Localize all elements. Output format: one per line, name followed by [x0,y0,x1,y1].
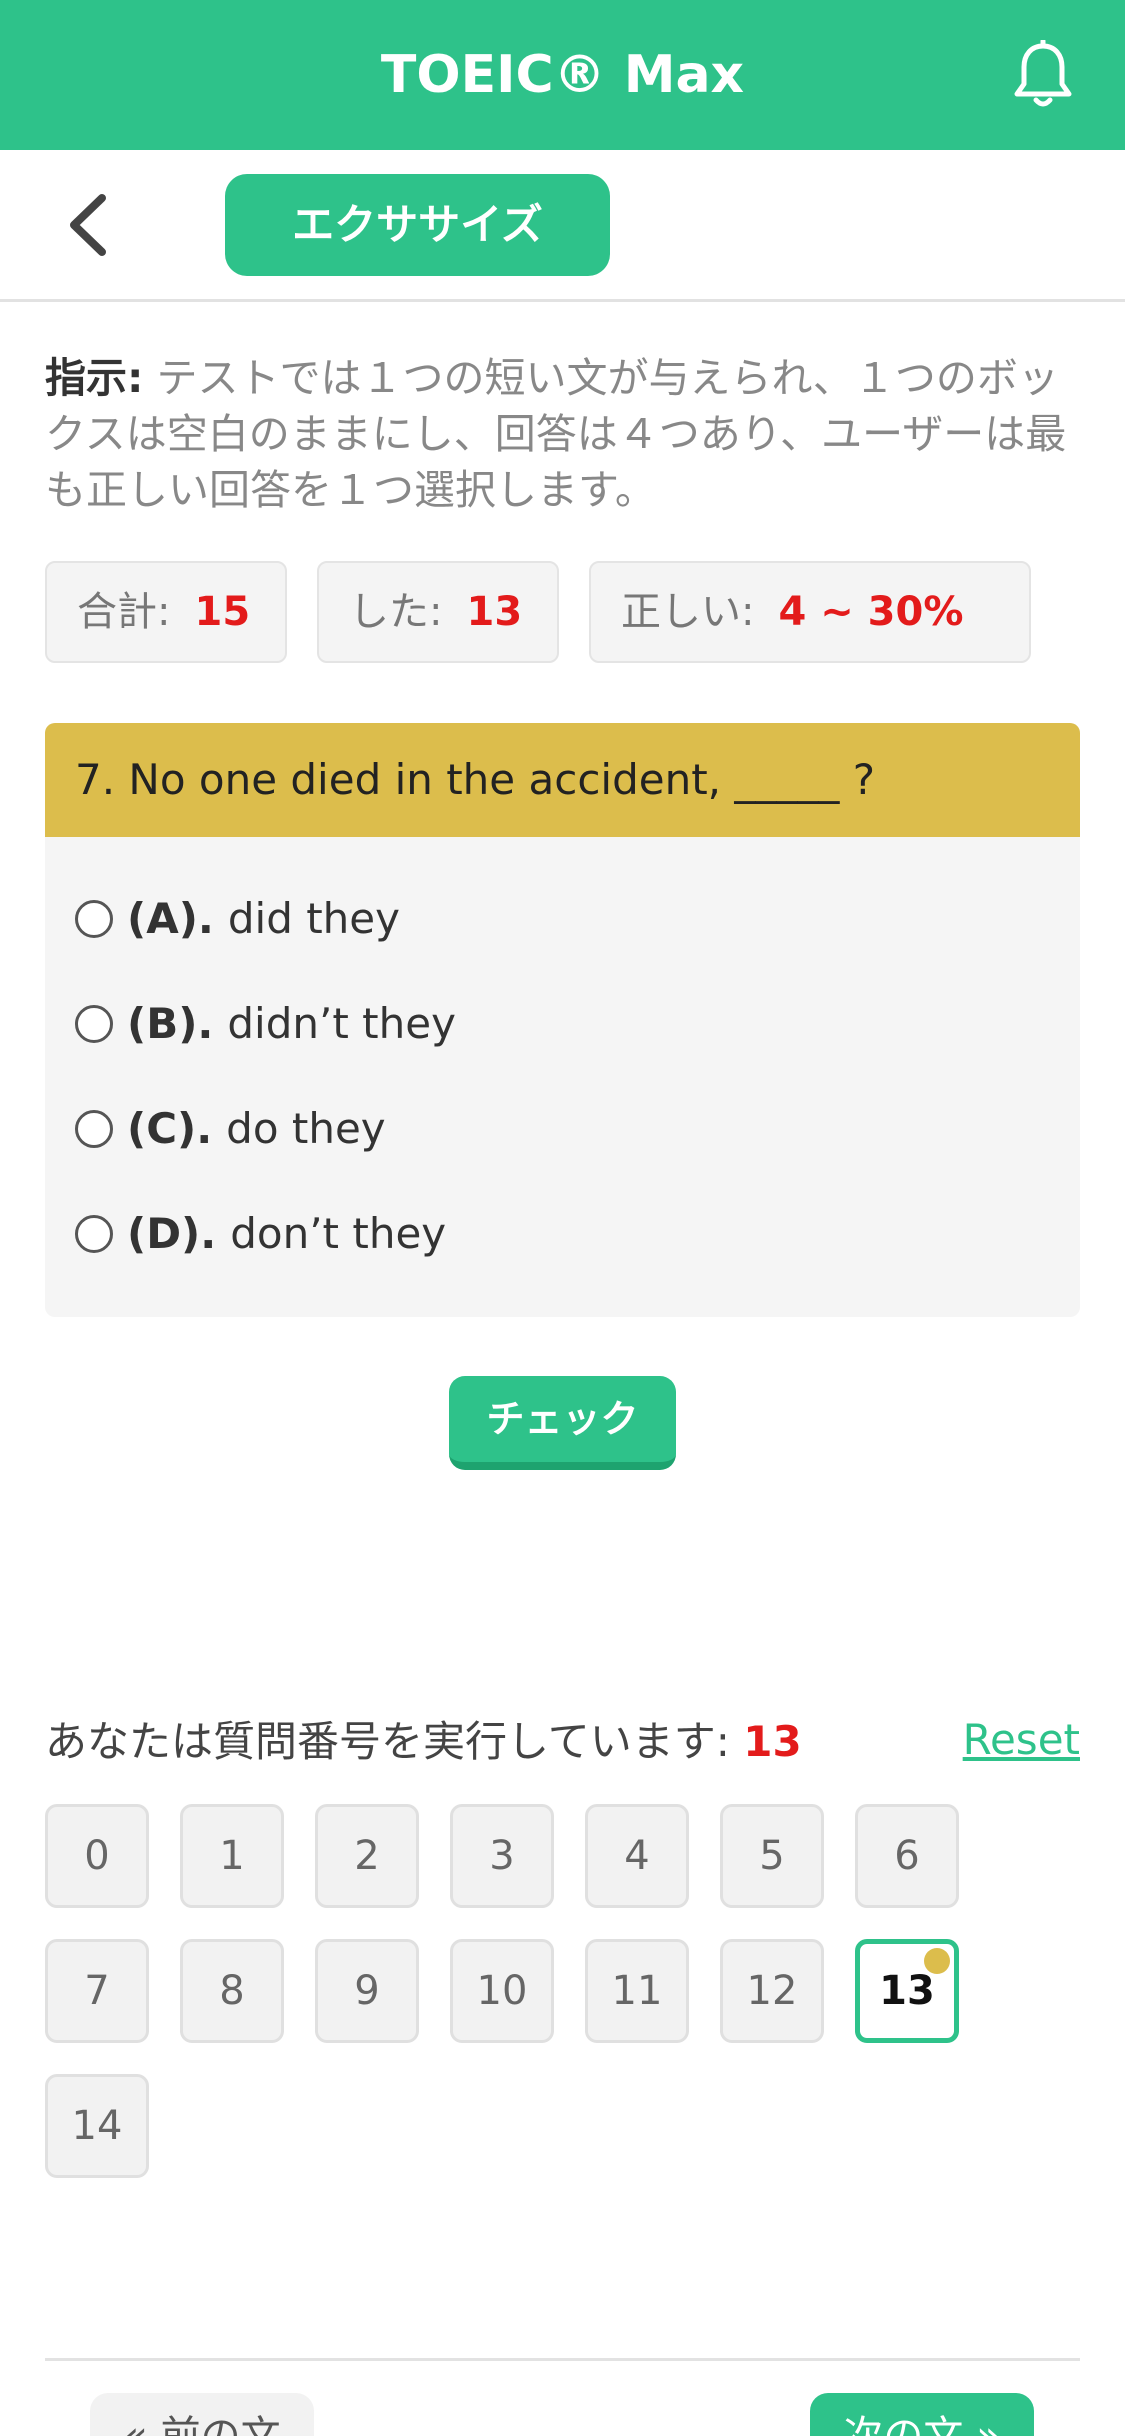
question-number-button[interactable]: 0 [45,1804,149,1908]
instructions: 指示: テストでは１つの短い文が与えられ、１つのボックスは空白のままにし、回答は… [45,350,1085,518]
stat-done-value: 13 [466,589,523,635]
question-number-label: 13 [879,1968,935,2014]
question-number-button[interactable]: 9 [315,1939,419,2043]
app-header: TOEIC® Max [0,0,1125,150]
radio-button[interactable] [75,1004,113,1043]
check-button[interactable]: チェック [449,1376,676,1470]
radio-button[interactable] [75,899,113,938]
question-number-button[interactable]: 7 [45,1939,149,2043]
question-number-button[interactable]: 6 [855,1804,959,1908]
stat-total: 合計: 15 [45,561,287,663]
question-number-button[interactable]: 11 [585,1939,689,2043]
question-number-button-current[interactable]: 13 [855,1939,959,2043]
stat-done: した: 13 [317,561,559,663]
current-indicator-dot [924,1948,950,1974]
question-number-button[interactable]: 12 [720,1939,824,2043]
option-letter: (B). [127,999,214,1048]
app-title: TOEIC® Max [380,45,745,105]
radio-button[interactable] [75,1214,113,1253]
instructions-text: テストでは１つの短い文が与えられ、１つのボックスは空白のままにし、回答は４つあり… [45,354,1067,514]
current-question-label: あなたは質問番号を実行しています: [45,1717,730,1766]
reset-link[interactable]: Reset [963,1710,1080,1770]
question-number-button[interactable]: 4 [585,1804,689,1908]
stat-correct-value: 4 ~ 30% [778,589,964,635]
current-question-status: あなたは質問番号を実行しています: 13 [45,1712,802,1772]
question-number-button[interactable]: 5 [720,1804,824,1908]
footer-divider [45,2358,1080,2361]
option-letter: (A). [127,894,214,943]
option-d[interactable]: (D). don’t they [75,1199,446,1269]
chevron-left-icon[interactable] [62,190,114,260]
radio-button[interactable] [75,1109,113,1148]
option-letter: (D). [127,1209,217,1258]
bell-icon[interactable] [1011,40,1075,112]
option-b[interactable]: (B). didn’t they [75,989,456,1059]
next-sentence-button[interactable]: 次の文 » [810,2393,1034,2436]
current-question-number: 13 [743,1717,802,1766]
instructions-label: 指示: [45,354,144,402]
option-text: do they [226,1104,386,1153]
question-number-button[interactable]: 8 [180,1939,284,2043]
stat-total-value: 15 [194,589,251,635]
question-number-button[interactable]: 3 [450,1804,554,1908]
stat-correct-label: 正しい: [621,589,755,635]
exercise-tab[interactable]: エクササイズ [225,174,610,276]
stat-done-label: した: [349,589,443,635]
stat-correct: 正しい: 4 ~ 30% [589,561,1031,663]
question-number-button[interactable]: 2 [315,1804,419,1908]
option-c[interactable]: (C). do they [75,1094,386,1164]
option-letter: (C). [127,1104,213,1153]
question-number-button[interactable]: 1 [180,1804,284,1908]
option-a[interactable]: (A). did they [75,884,400,954]
stat-total-label: 合計: [77,589,171,635]
question-card: 7. No one died in the accident, _____ ? … [45,723,1080,1317]
sub-navigation: エクササイズ [0,150,1125,302]
option-text: didn’t they [227,999,456,1048]
question-text: 7. No one died in the accident, _____ ? [45,723,1080,837]
previous-sentence-button[interactable]: « 前の文 [90,2393,314,2436]
question-number-button[interactable]: 10 [450,1939,554,2043]
option-text: did they [227,894,400,943]
question-number-button[interactable]: 14 [45,2074,149,2178]
option-text: don’t they [230,1209,447,1258]
